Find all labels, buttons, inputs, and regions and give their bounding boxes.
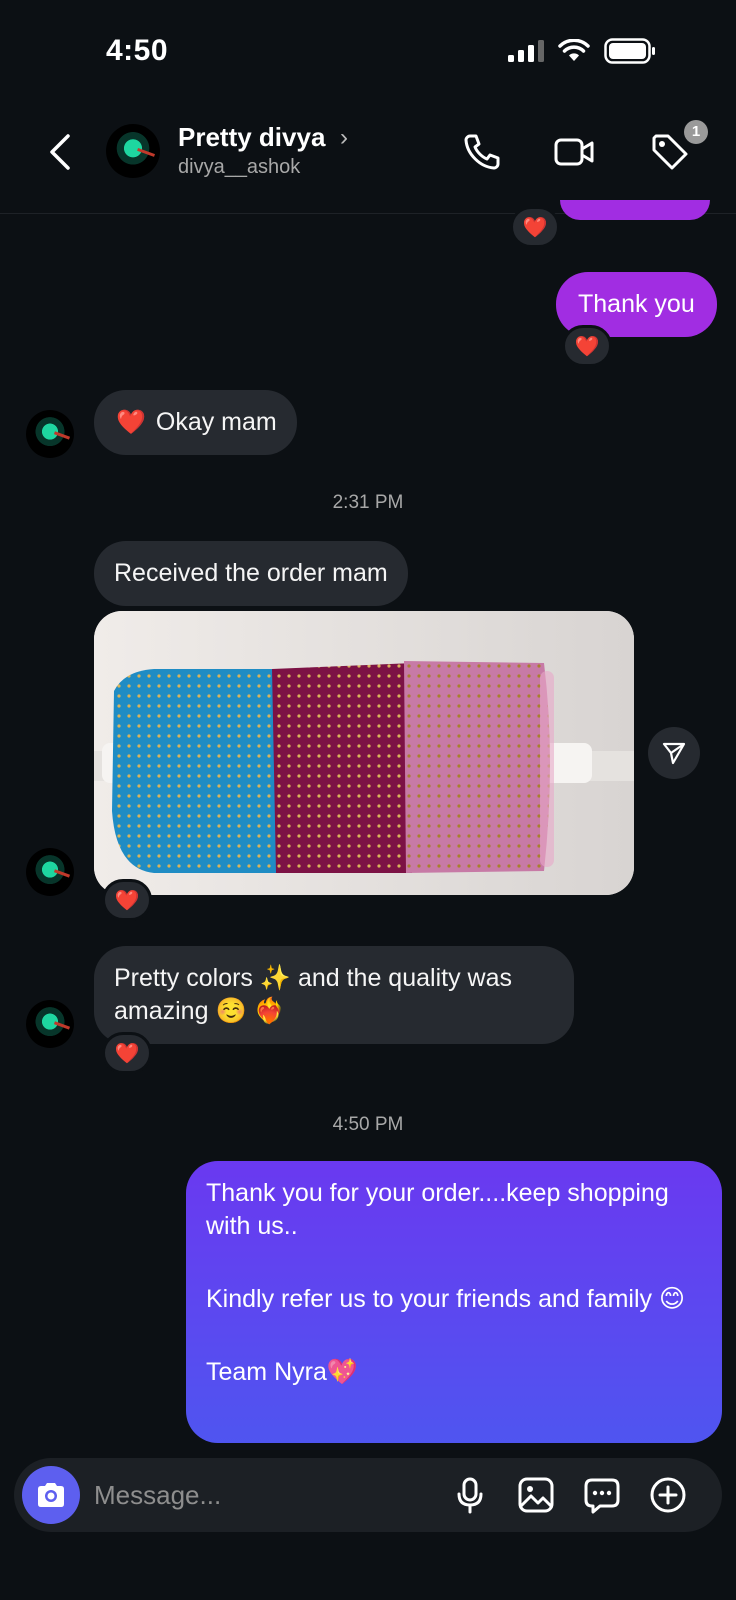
message-line: Kindly refer us to your friends and fami… bbox=[206, 1285, 686, 1313]
bangles-photo[interactable] bbox=[94, 611, 634, 895]
bangles-image bbox=[94, 611, 634, 895]
sender-avatar[interactable] bbox=[26, 1000, 74, 1048]
message-input[interactable] bbox=[94, 1476, 414, 1514]
timestamp: 4:50 PM bbox=[332, 1114, 404, 1135]
share-icon[interactable] bbox=[648, 727, 700, 779]
notification-badge: 1 bbox=[684, 120, 708, 144]
camera-button[interactable] bbox=[22, 1466, 80, 1524]
sender-avatar[interactable] bbox=[26, 848, 74, 896]
signal-icon bbox=[508, 40, 544, 62]
video-icon[interactable] bbox=[552, 130, 596, 174]
message-line: Team Nyra💖 bbox=[206, 1358, 358, 1386]
previous-message-edge bbox=[560, 200, 710, 220]
sticker-icon[interactable] bbox=[582, 1475, 622, 1515]
heart-emoji: ❤️ bbox=[116, 409, 146, 436]
contact-name[interactable]: Pretty divya bbox=[178, 122, 325, 153]
reaction-badge[interactable]: ❤️ bbox=[562, 325, 612, 367]
battery-icon bbox=[604, 38, 655, 64]
reaction-badge[interactable]: ❤️ bbox=[102, 879, 152, 921]
sender-avatar[interactable] bbox=[26, 410, 74, 458]
received-message[interactable]: Received the order mam bbox=[94, 541, 408, 606]
back-icon[interactable] bbox=[44, 130, 80, 174]
chat-header: Pretty divya › divya__ashok bbox=[0, 100, 736, 214]
message-composer bbox=[14, 1458, 722, 1532]
chevron-right-icon[interactable]: › bbox=[340, 124, 348, 152]
heart-reaction: ❤️ bbox=[522, 216, 548, 239]
microphone-icon[interactable] bbox=[450, 1475, 490, 1515]
received-message[interactable]: Pretty colors ✨ and the quality was amaz… bbox=[94, 946, 574, 1044]
reaction-badge[interactable]: ❤️ bbox=[510, 206, 560, 248]
camera-icon bbox=[38, 1483, 64, 1507]
contact-handle[interactable]: divya__ashok bbox=[178, 156, 300, 179]
received-message[interactable]: ❤️ Okay mam bbox=[94, 390, 297, 455]
phone-icon[interactable] bbox=[460, 130, 504, 174]
gallery-icon[interactable] bbox=[516, 1475, 556, 1515]
wifi-icon bbox=[558, 39, 590, 61]
heart-reaction: ❤️ bbox=[114, 889, 140, 912]
status-icons bbox=[508, 38, 656, 64]
plus-icon[interactable] bbox=[648, 1475, 688, 1515]
message-text: Okay mam bbox=[155, 408, 277, 436]
contact-avatar[interactable] bbox=[106, 124, 160, 178]
timestamp: 2:31 PM bbox=[332, 492, 404, 513]
sent-message[interactable]: Thank you for your order....keep shoppin… bbox=[186, 1161, 722, 1443]
status-time: 4:50 bbox=[106, 34, 169, 67]
reaction-badge[interactable]: ❤️ bbox=[102, 1032, 152, 1074]
heart-reaction: ❤️ bbox=[114, 1042, 140, 1065]
message-line: Thank you for your order....keep shoppin… bbox=[206, 1179, 669, 1240]
heart-reaction: ❤️ bbox=[574, 335, 600, 358]
